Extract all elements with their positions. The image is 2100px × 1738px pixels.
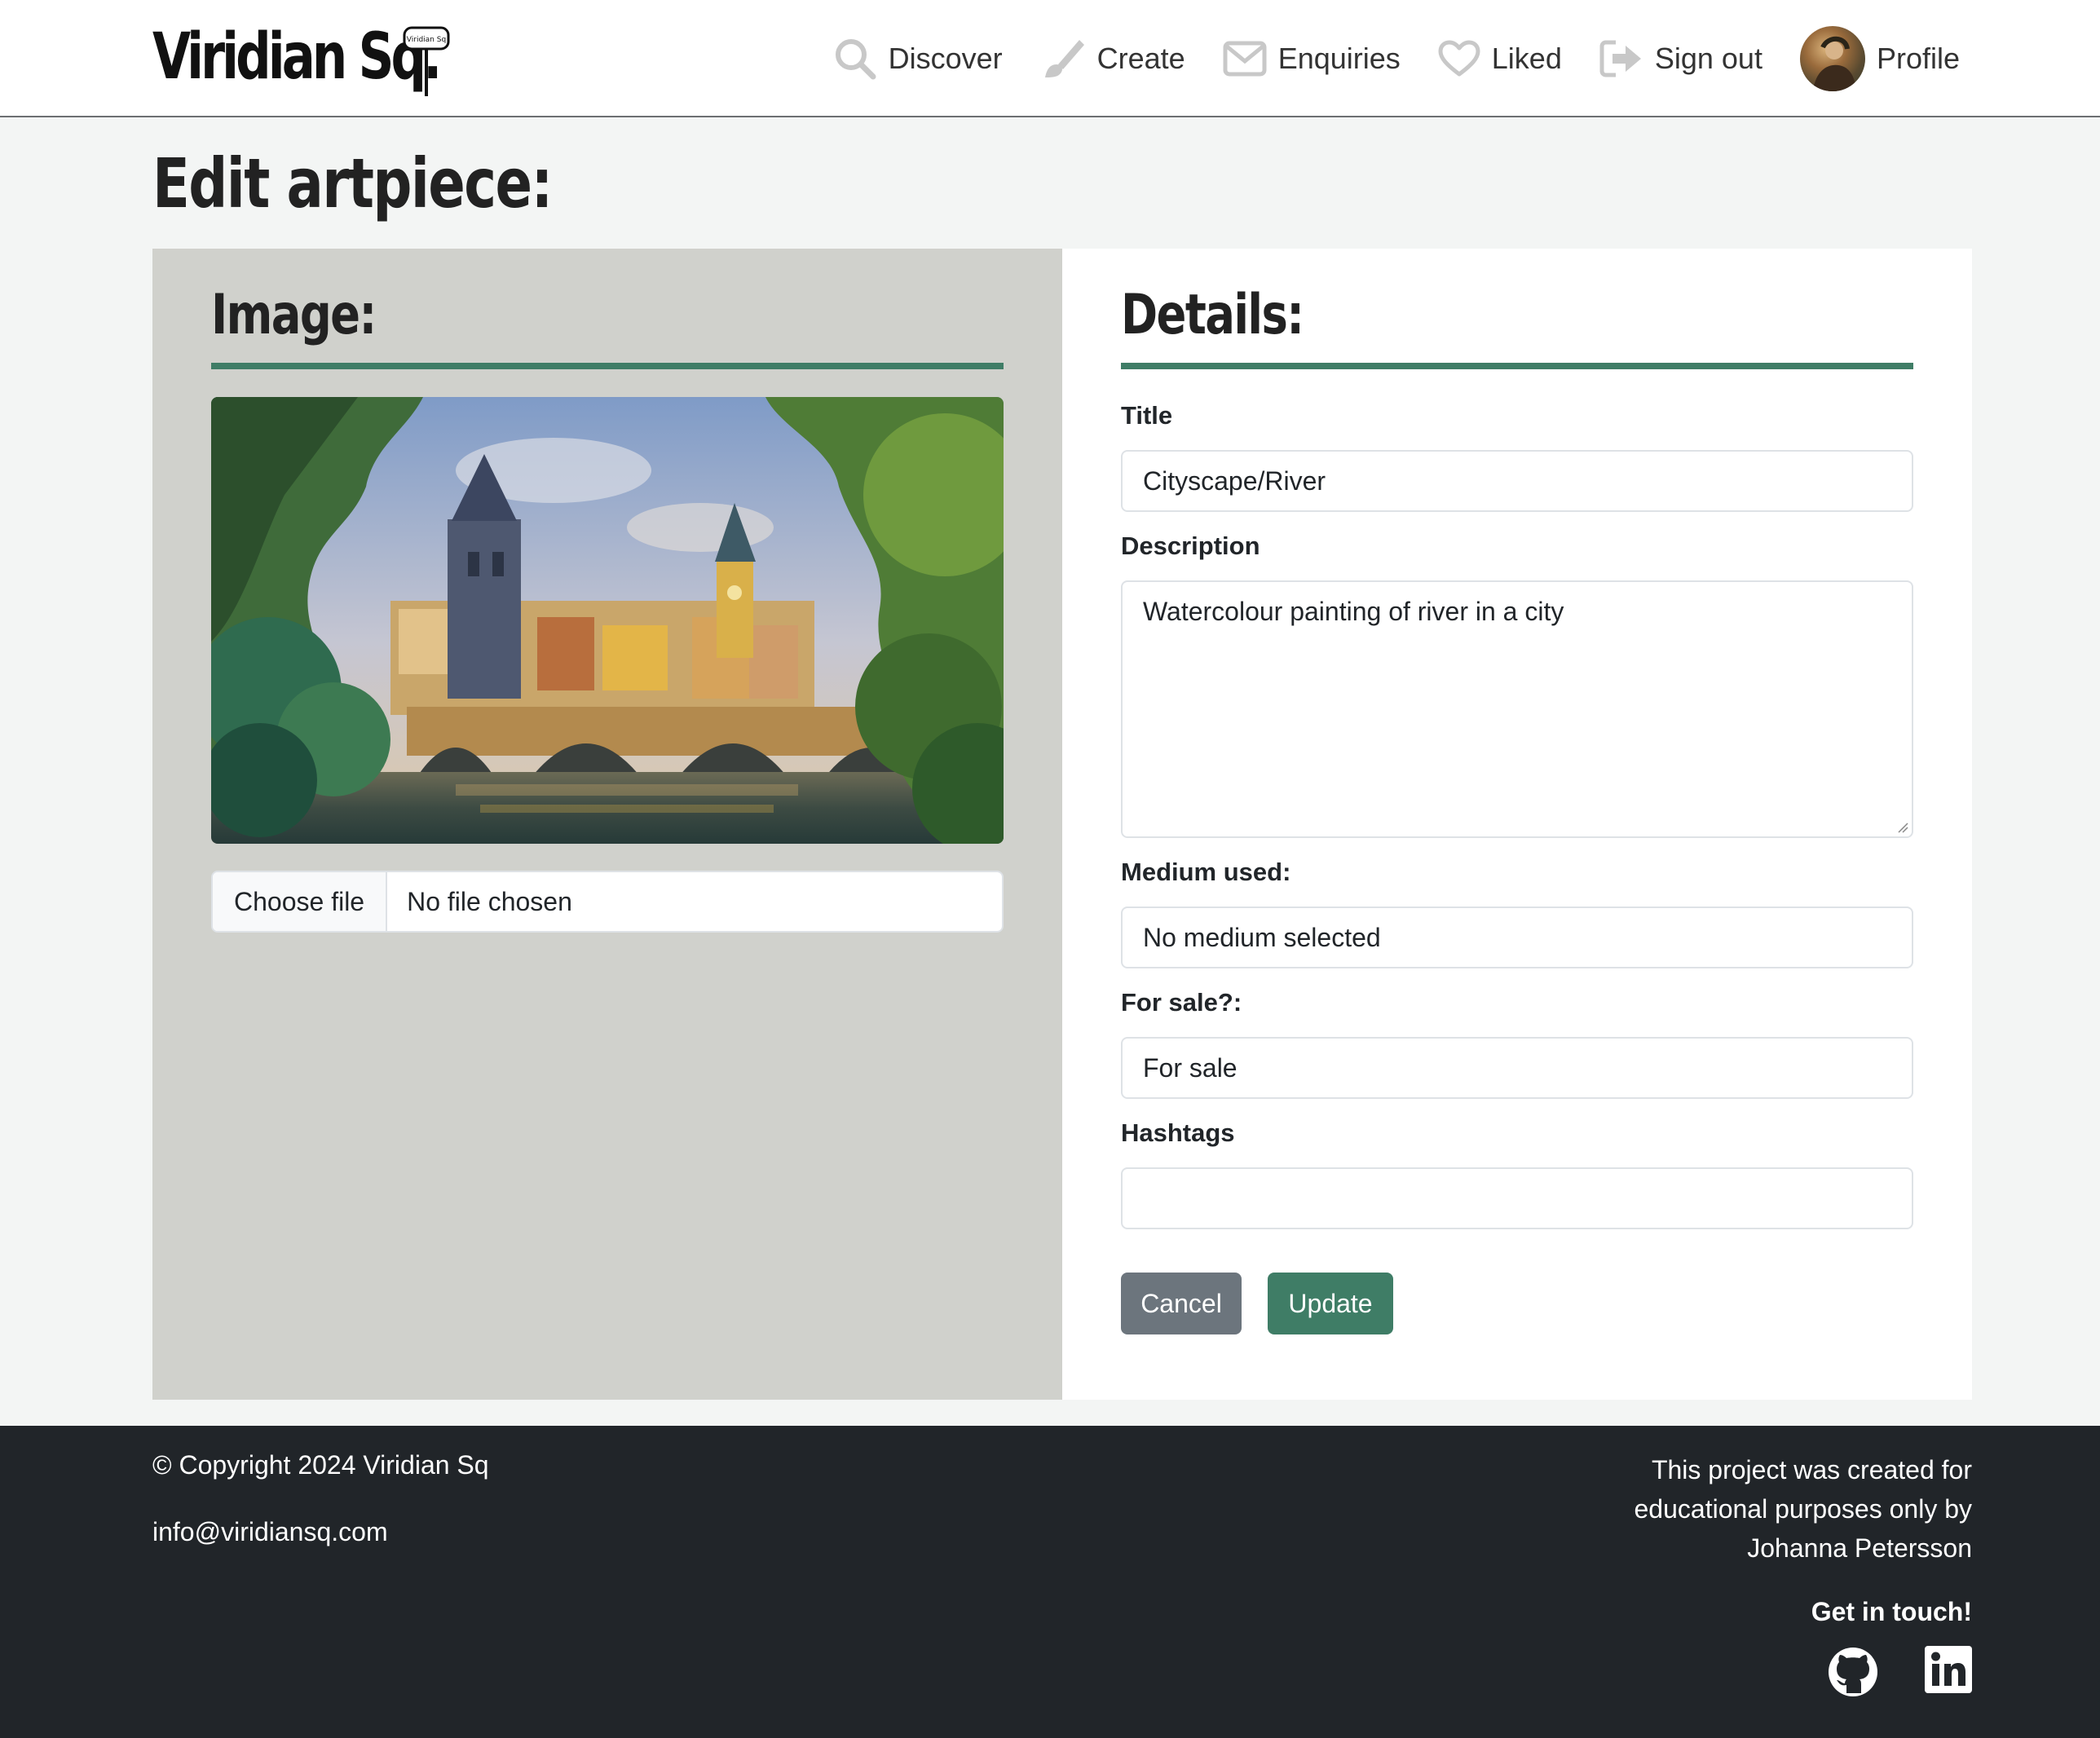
brand-logo[interactable]: Viridian Sq. Viridian Sq xyxy=(152,18,519,99)
github-icon[interactable] xyxy=(1827,1646,1879,1698)
nav-menu: Discover Create Enquiries Liked Sign out xyxy=(833,24,1960,93)
footer-email[interactable]: info@viridiansq.com xyxy=(152,1517,388,1547)
signpost-icon: Viridian Sq xyxy=(403,26,450,96)
hashtags-input[interactable] xyxy=(1121,1167,1913,1229)
sign-out-icon xyxy=(1599,39,1643,78)
nav-discover-label: Discover xyxy=(888,42,1003,75)
details-heading: Details: xyxy=(1121,283,1304,347)
cancel-button[interactable]: Cancel xyxy=(1121,1273,1242,1334)
nav-sign-out-label: Sign out xyxy=(1654,42,1762,75)
for-sale-label: For sale?: xyxy=(1121,988,1242,1017)
hashtags-label: Hashtags xyxy=(1121,1118,1235,1147)
image-heading-rule xyxy=(211,363,1004,369)
search-icon xyxy=(833,37,877,81)
for-sale-select[interactable]: For sale xyxy=(1121,1037,1913,1099)
page-title: Edit artpiece: xyxy=(152,143,553,223)
medium-label: Medium used: xyxy=(1121,858,1291,886)
nav-liked[interactable]: Liked xyxy=(1438,40,1562,77)
nav-profile[interactable]: Profile xyxy=(1799,26,1960,91)
resize-grip-icon[interactable] xyxy=(1897,822,1908,833)
avatar xyxy=(1799,26,1865,91)
nav-create-label: Create xyxy=(1096,42,1185,75)
social-links xyxy=(1827,1646,1972,1698)
choose-file-button[interactable]: Choose file xyxy=(213,872,388,931)
nav-liked-label: Liked xyxy=(1491,42,1562,75)
nav-enquiries-label: Enquiries xyxy=(1277,42,1401,75)
footer-note: This project was created for educational… xyxy=(1634,1455,1973,1563)
file-status-text: No file chosen xyxy=(407,886,572,916)
paintbrush-icon xyxy=(1040,37,1086,81)
nav-enquiries[interactable]: Enquiries xyxy=(1223,41,1401,77)
artwork-preview-image xyxy=(211,397,1004,844)
title-label: Title xyxy=(1121,401,1173,430)
nav-sign-out[interactable]: Sign out xyxy=(1599,39,1762,78)
nav-discover[interactable]: Discover xyxy=(833,37,1003,81)
description-text: Watercolour painting of river in a city xyxy=(1143,597,1564,626)
update-button[interactable]: Update xyxy=(1268,1273,1393,1334)
description-label: Description xyxy=(1121,532,1260,560)
footer: © Copyright 2024 Viridian Sq info@viridi… xyxy=(0,1426,2100,1738)
image-heading: Image: xyxy=(211,283,377,347)
svg-text:Viridian Sq: Viridian Sq xyxy=(407,36,446,44)
navbar: Viridian Sq. Viridian Sq Discover Create… xyxy=(0,0,2100,117)
details-heading-rule xyxy=(1121,363,1913,369)
description-textarea[interactable]: Watercolour painting of river in a city xyxy=(1121,580,1913,838)
image-panel: Image: Choose file No file chosen xyxy=(152,249,1062,1400)
footer-copyright: © Copyright 2024 Viridian Sq xyxy=(152,1450,489,1480)
heart-icon xyxy=(1438,40,1480,77)
brand-name: Viridian Sq. xyxy=(152,20,442,94)
file-input[interactable]: Choose file No file chosen xyxy=(211,871,1004,933)
details-panel: Details: Title Cityscape/River Descripti… xyxy=(1062,249,1972,1400)
title-input[interactable]: Cityscape/River xyxy=(1121,450,1913,512)
nav-profile-label: Profile xyxy=(1876,42,1960,75)
nav-create[interactable]: Create xyxy=(1040,37,1185,81)
linkedin-icon[interactable] xyxy=(1925,1646,1972,1693)
get-in-touch-heading: Get in touch! xyxy=(1811,1597,1972,1626)
envelope-icon xyxy=(1223,41,1267,77)
medium-select[interactable]: No medium selected xyxy=(1121,906,1913,968)
